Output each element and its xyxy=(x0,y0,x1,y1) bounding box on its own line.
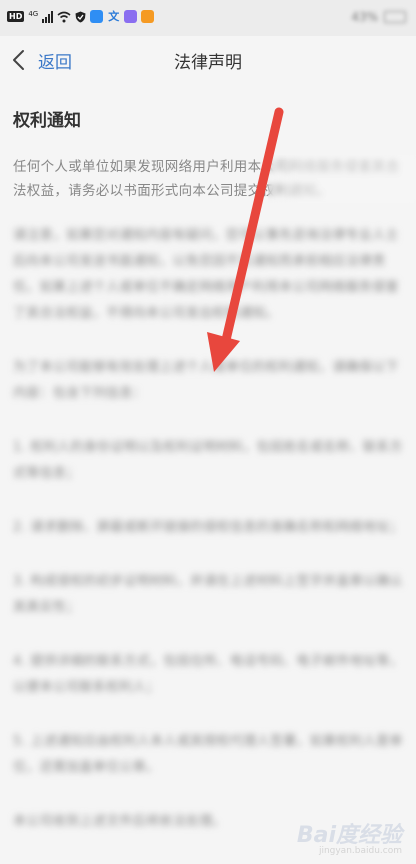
blurred-paragraph: 4. 提供详细的联系方式，包括住所、电话号码、电子邮件地址等，以便本公司联系权利… xyxy=(13,654,403,695)
intro-paragraph: 任何个人或单位如果发现网络用户利用本公司网络服务侵害其合法权益，请务必以书面形式… xyxy=(13,155,416,203)
blurred-body: 请注意，如果您对通知内容有疑问，您可以事先咨询法律专业人士后向本公司发送书面通知… xyxy=(13,223,403,835)
shield-icon xyxy=(75,11,86,22)
status-bar: HD 4G 文 43% xyxy=(0,0,416,36)
page-title: 法律声明 xyxy=(174,53,242,73)
legal-content: 权利通知 任何个人或单位如果发现网络用户利用本公司网络服务侵害其合法权益，请务必… xyxy=(13,106,416,863)
watermark-logo: Bai度经验 xyxy=(296,823,402,848)
battery-icon xyxy=(384,11,406,23)
app-icon-video xyxy=(141,10,155,23)
wifi-icon xyxy=(57,11,71,22)
blurred-paragraph: 1. 权利人的身份证明以及权利证明材料，包括姓名或名称、联系方式等信息； xyxy=(13,440,403,481)
blurred-paragraph: 5. 上述通知应由权利人本人或其授权代理人签署，如果权利人是单位，还需加盖单位公… xyxy=(13,734,403,775)
signal-icon xyxy=(42,10,54,23)
blur-mask xyxy=(268,155,416,203)
app-icon-search xyxy=(90,10,104,23)
blurred-paragraph: 2. 请求删除、屏蔽或断开链接的侵权信息的准确名称和网络地址； xyxy=(13,520,403,535)
blurred-paragraph: 请注意，如果您对通知内容有疑问，您可以事先咨询法律专业人士后向本公司发送书面通知… xyxy=(13,228,399,321)
status-right: 43% xyxy=(351,10,406,24)
blurred-paragraph: 3. 构成侵权的初步证明材料，并请在上述材料上签字并盖章以确认其真实性； xyxy=(13,574,403,615)
network-type: 4G xyxy=(28,9,39,18)
section-title: 权利通知 xyxy=(13,111,81,131)
baidu-watermark: Bai度经验 jingyan.baidu.com xyxy=(297,817,402,856)
nav-bar: 返回 法律声明 xyxy=(0,36,416,84)
app-icon-translate: 文 xyxy=(108,10,120,23)
status-left: HD 4G 文 xyxy=(7,9,155,23)
battery-percent: 43% xyxy=(351,10,378,24)
app-icon-gallery xyxy=(124,10,138,23)
blurred-paragraph: 为了本公司能够有效处理上述个人或单位的权利通知，请确保以下内容：包含下列信息： xyxy=(13,360,399,401)
hd-badge: HD xyxy=(7,11,25,22)
